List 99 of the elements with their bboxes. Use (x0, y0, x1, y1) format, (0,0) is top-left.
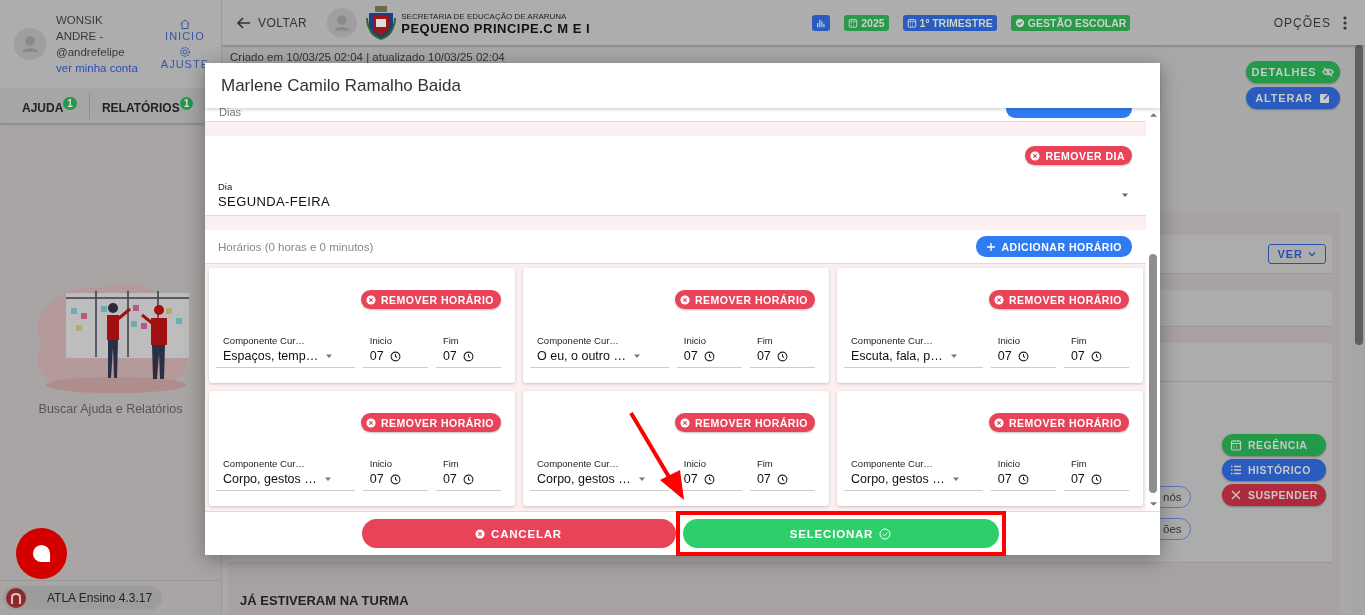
nav-link[interactable]: AJUSTE (160, 58, 209, 70)
avatar-icon (14, 28, 46, 60)
start-time-field[interactable]: Inicio 07 (676, 335, 742, 368)
cancel-button[interactable]: CANCELAR (361, 519, 676, 548)
account-link[interactable]: ver minha conta (56, 60, 138, 76)
add-day-button[interactable] (1006, 108, 1132, 118)
component-select[interactable]: Componente Cur… Corpo, gestos … (216, 458, 355, 491)
start-time-field[interactable]: Inicio 07 (990, 335, 1056, 368)
view-dropdown-button[interactable]: VER (1268, 244, 1326, 264)
calendar-icon (906, 17, 917, 28)
avatar-icon (327, 7, 358, 38)
empty-state-message: Buscar Ajuda e Relatórios (38, 402, 183, 416)
clock-icon (703, 350, 715, 362)
section-title: JÁ ESTIVERAM NA TURMA (240, 593, 409, 608)
version-badge: ATLA Ensino 4.3.17 (3, 586, 163, 610)
clock-icon (389, 350, 401, 362)
component-select[interactable]: Componente Cur… O eu, o outro … (530, 335, 669, 368)
clock-icon (389, 473, 401, 485)
clock-icon (1090, 350, 1102, 362)
chevron-down-icon (1307, 249, 1317, 259)
calendar-icon (1230, 439, 1242, 451)
clock-icon (462, 350, 474, 362)
dialog-title: Marlene Camilo Ramalho Baida (221, 75, 461, 96)
sidebar-tab[interactable]: AJUDA (22, 96, 64, 115)
remove-time-button[interactable]: REMOVER HORÁRIO (360, 413, 501, 432)
check-circle-icon (879, 527, 892, 540)
action-button[interactable]: HISTÓRICO (1222, 459, 1326, 481)
bar-chart-icon (816, 17, 827, 28)
options-menu-button[interactable]: OPÇÕES (1267, 14, 1353, 31)
edit-icon (1318, 92, 1331, 104)
logo-icon (6, 588, 26, 608)
cancel-circle-icon (993, 417, 1004, 428)
organization-name: SECRETARIA DE EDUCAÇÃO DE ARARUNA (401, 10, 568, 23)
eye-off-icon (1322, 66, 1335, 78)
action-button[interactable]: SUSPENDER (1222, 484, 1326, 506)
scrollbar[interactable] (1146, 108, 1160, 511)
plus-icon (985, 241, 996, 252)
schedule-summary: Horários (0 horas e 0 minutos) (218, 240, 374, 253)
user-name: WONSIK ANDRE - (56, 13, 105, 44)
action-button[interactable]: ALTERAR (1246, 87, 1340, 109)
chat-bubble-icon (32, 544, 51, 563)
chat-button[interactable] (16, 528, 67, 579)
end-time-field[interactable]: Fim 07 (749, 458, 815, 491)
record-timestamps: Criado em 10/03/25 02:04 | atualizado 10/03/25 02:04 (229, 51, 505, 63)
clock-icon (462, 473, 474, 485)
settings-icon (178, 46, 191, 58)
header-badge: 2025 (844, 14, 889, 31)
cancel-circle-icon (365, 294, 376, 305)
close-icon (1230, 489, 1242, 501)
scroll-up-arrow-icon[interactable] (1148, 112, 1158, 118)
nav-link[interactable]: INICIO (165, 30, 205, 42)
clock-icon (1090, 473, 1102, 485)
clock-icon (1017, 350, 1029, 362)
clock-icon (703, 473, 715, 485)
home-icon (178, 18, 191, 30)
remove-time-button[interactable]: REMOVER HORÁRIO (674, 290, 815, 309)
remove-time-button[interactable]: REMOVER HORÁRIO (674, 413, 815, 432)
clock-icon (776, 473, 788, 485)
cancel-circle-icon (993, 294, 1004, 305)
scroll-down-arrow-icon[interactable] (1148, 501, 1158, 507)
remove-day-button[interactable]: REMOVER DIA (1025, 146, 1132, 165)
calendar-icon (848, 17, 859, 28)
remove-time-button[interactable]: REMOVER HORÁRIO (988, 290, 1129, 309)
cancel-circle-icon (679, 294, 690, 305)
end-time-field[interactable]: Fim 07 (435, 458, 501, 491)
remove-time-button[interactable]: REMOVER HORÁRIO (360, 290, 501, 309)
day-select[interactable]: Dia SEGUNDA-FEIRA (218, 165, 1132, 215)
clock-icon (776, 350, 788, 362)
cancel-circle-icon (679, 417, 690, 428)
header-badge: GESTÃO ESCOLAR (1010, 14, 1131, 31)
header-badge: 1º TRIMESTRE (902, 14, 997, 31)
count-badge: 1 (63, 96, 77, 110)
school-name: PEQUENO PRINCIPE.C M E I (401, 22, 591, 35)
check-circle-icon (1014, 17, 1025, 28)
list-icon (1230, 464, 1242, 476)
crest-logo-icon (365, 5, 398, 40)
more-vertical-icon (1343, 15, 1347, 30)
end-time-field[interactable]: Fim 07 (1063, 458, 1129, 491)
count-badge: 1 (179, 96, 194, 110)
cancel-circle-icon (365, 417, 376, 428)
sidebar-tab[interactable]: RELATÓRIOS (101, 96, 180, 115)
end-time-field[interactable]: Fim 07 (435, 335, 501, 368)
end-time-field[interactable]: Fim 07 (1063, 335, 1129, 368)
field-label: Dias (219, 108, 241, 118)
start-time-field[interactable]: Inicio 07 (362, 335, 428, 368)
add-time-button[interactable]: ADICIONAR HORÁRIO (975, 236, 1132, 257)
component-select[interactable]: Componente Cur… Escuta, fala, p… (844, 335, 983, 368)
component-select[interactable]: Componente Cur… Espaços, temp… (216, 335, 355, 368)
user-handle: @andrefelipe (56, 45, 126, 60)
back-arrow-icon (236, 14, 252, 31)
start-time-field[interactable]: Inicio 07 (362, 458, 428, 491)
back-button[interactable]: VOLTAR (230, 13, 314, 32)
cancel-circle-icon (475, 528, 486, 539)
remove-time-button[interactable]: REMOVER HORÁRIO (988, 413, 1129, 432)
cancel-circle-icon (1030, 150, 1041, 161)
component-select[interactable]: Componente Cur… Corpo, gestos … (844, 458, 983, 491)
end-time-field[interactable]: Fim 07 (749, 335, 815, 368)
clock-icon (1017, 473, 1029, 485)
start-time-field[interactable]: Inicio 07 (990, 458, 1056, 491)
